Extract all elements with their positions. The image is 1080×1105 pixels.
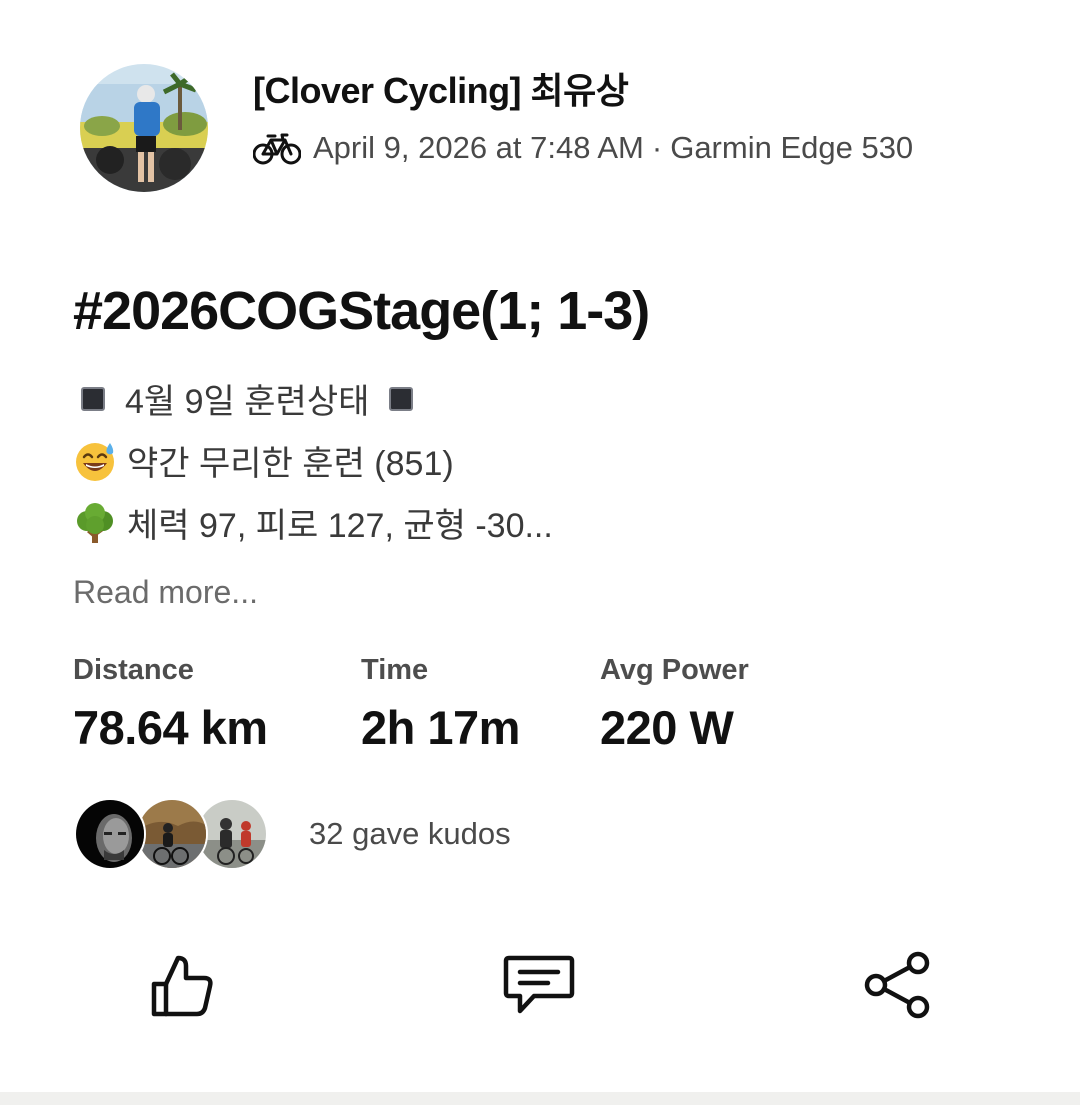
share-button[interactable]	[858, 945, 938, 1025]
black-square-icon	[81, 386, 105, 411]
kudo-avatar-2[interactable]	[136, 798, 208, 870]
athlete-name[interactable]: [Clover Cycling] 최유상	[253, 62, 629, 114]
stat-distance-value: 78.64 km	[73, 701, 268, 754]
stat-time-value: 2h 17m	[361, 701, 520, 754]
description-line-3: 체력 97, 피로 127, 균형 -30...	[73, 498, 553, 547]
kudos-count[interactable]: 32 gave kudos	[309, 816, 511, 852]
kudos-button[interactable]	[140, 945, 220, 1025]
stat-time-label: Time	[361, 654, 429, 686]
bike-icon	[253, 133, 301, 165]
kudo-avatar-1[interactable]	[74, 798, 146, 870]
thumbs-up-icon	[151, 955, 213, 1017]
feed-divider	[0, 1092, 1080, 1105]
activity-meta: April 9, 2026 at 7:48 AM · Garmin Edge 5…	[253, 128, 913, 168]
description-text-2: 약간 무리한 훈련 (851)	[127, 445, 454, 483]
description-text-1: 4월 9일 훈련상태	[125, 383, 370, 421]
description-line-1: 4월 9일 훈련상태	[73, 374, 414, 423]
description-text-3: 체력 97, 피로 127, 균형 -30...	[127, 507, 553, 545]
stat-power-label: Avg Power	[600, 654, 749, 686]
device-name: Garmin Edge 530	[670, 130, 914, 165]
read-more-link[interactable]: Read more...	[73, 574, 258, 611]
tree-icon	[77, 502, 113, 543]
activity-title[interactable]: #2026COGStage(1; 1-3)	[73, 280, 650, 342]
share-icon	[864, 951, 930, 1019]
sweat-smile-icon	[76, 442, 114, 481]
meta-separator: ·	[651, 130, 663, 165]
description-line-2: 약간 무리한 훈련 (851)	[73, 436, 454, 485]
black-square-icon	[389, 386, 414, 411]
athlete-avatar[interactable]	[80, 64, 208, 192]
stat-power-value: 220 W	[600, 701, 734, 754]
stat-distance-label: Distance	[73, 654, 194, 686]
activity-date: April 9, 2026 at 7:48 AM	[313, 130, 644, 165]
comment-icon	[503, 955, 575, 1014]
comment-button[interactable]	[499, 945, 579, 1025]
